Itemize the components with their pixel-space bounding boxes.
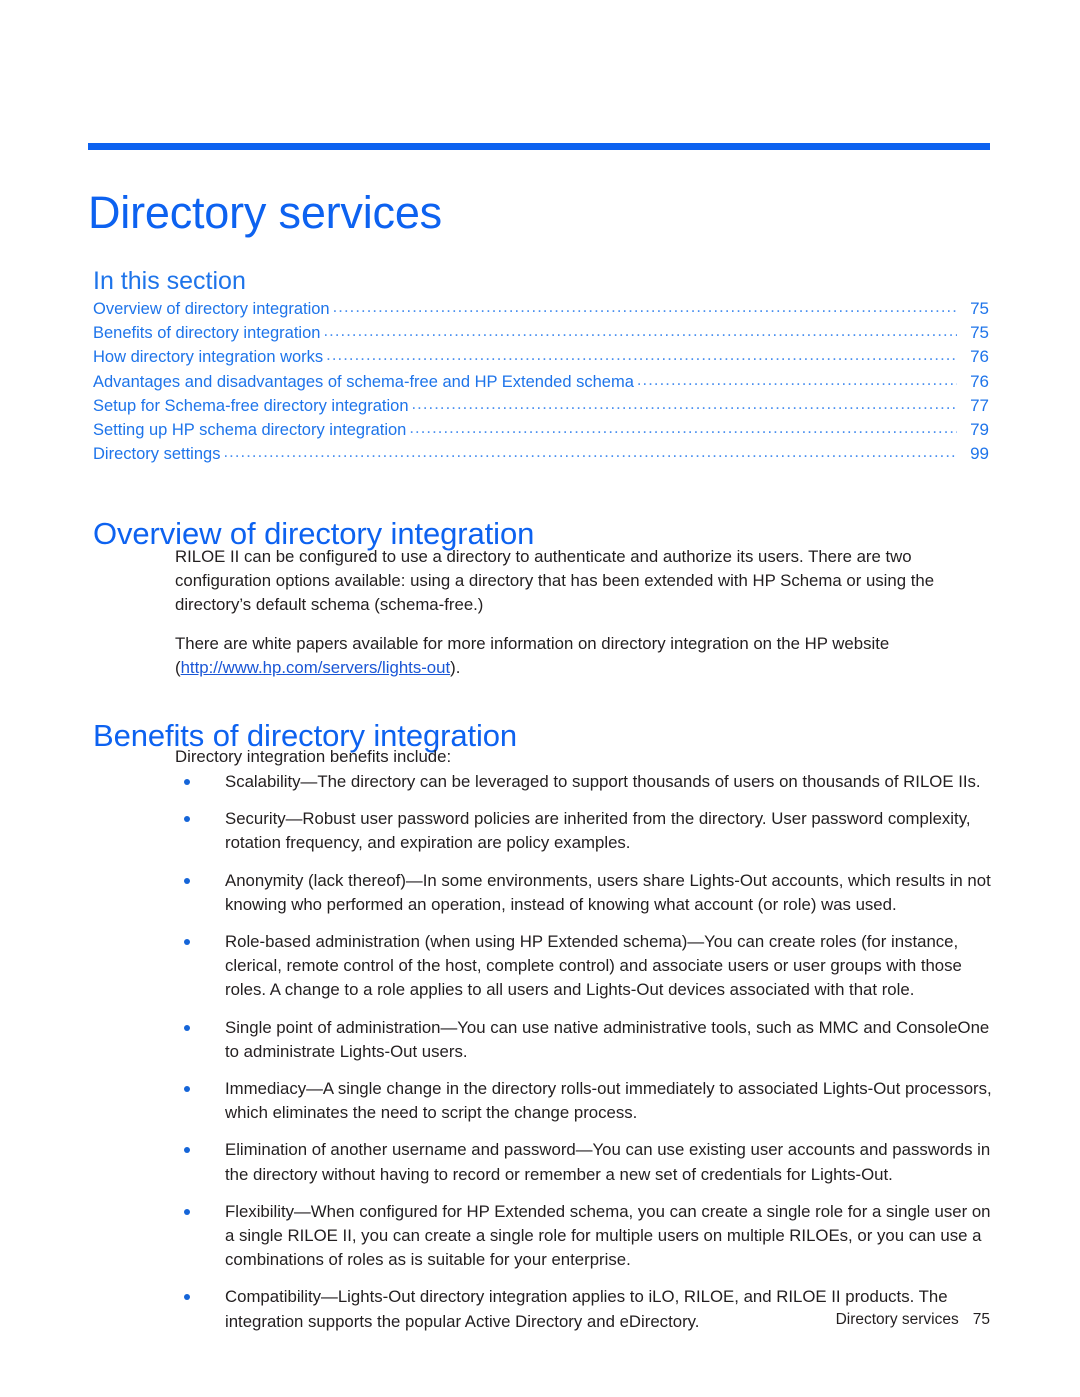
toc-entry-label: Setup for Schema-free directory integrat… [93,396,409,415]
bullet-icon [184,1208,190,1215]
toc-entry-page: 76 [970,347,989,367]
bullet-icon [184,779,190,785]
toc-entry-label: Benefits of directory integration [93,324,321,343]
bullet-icon [184,1024,190,1031]
toc-entry-page: 79 [970,420,989,440]
toc-entry[interactable]: Setting up HP schema directory integrati… [93,418,989,442]
list-item: Immediacy—A single change in the directo… [175,1077,993,1125]
list-item: Anonymity (lack thereof)—In some environ… [175,869,993,917]
toc-entry[interactable]: Directory settings .....................… [93,442,989,466]
toc-entry-page: 76 [970,371,989,391]
bullet-icon [184,816,190,823]
toc-leader: ........................................… [326,346,957,365]
list-item-text: Security—Robust user password policies a… [225,809,971,853]
chapter-rule [88,143,990,150]
overview-paragraph-1: RILOE II can be configured to use a dire… [175,547,935,615]
list-item: Role-based administration (when using HP… [175,930,993,1003]
toc-leader: ........................................… [636,370,957,389]
list-item-text: Scalability—The directory can be leverag… [225,772,981,791]
benefits-intro-text: Directory integration benefits include: [175,747,452,766]
toc-leader: ........................................… [332,298,957,316]
toc-entry[interactable]: Benefits of directory integration ......… [93,321,989,345]
toc-entry-page: 77 [970,395,989,415]
overview-paragraph-2-suffix: ). [450,657,461,677]
bullet-icon [184,1294,190,1301]
bullet-icon [184,1086,190,1093]
toc-entry-page: 75 [970,323,989,343]
toc-entry[interactable]: Overview of directory integration ......… [93,297,989,321]
list-item-text: Flexibility—When configured for HP Exten… [225,1201,991,1270]
toc-entry-label: Advantages and disadvantages of schema-f… [93,372,634,391]
benefits-intro: Directory integration benefits include: [175,745,993,769]
toc-entry[interactable]: Setup for Schema-free directory integrat… [93,394,989,418]
list-item-text: Role-based administration (when using HP… [225,932,962,1000]
overview-paragraph-2: There are white papers available for mor… [175,632,993,680]
toc-entry-page: 75 [970,299,989,318]
list-item: Scalability—The directory can be leverag… [175,770,993,794]
document-page: Directory services In this section Overv… [0,0,1080,1397]
hp-lights-out-link[interactable]: http://www.hp.com/servers/lights-out [181,658,451,677]
bullet-icon [184,877,190,884]
toc-leader: ........................................… [323,322,957,341]
footer-page-number: 75 [972,1311,990,1328]
toc-entry[interactable]: Advantages and disadvantages of schema-f… [93,370,989,394]
overview-body: RILOE II can be configured to use a dire… [175,545,993,680]
toc-entry[interactable]: How directory integration works ........… [93,345,989,369]
toc-entry-label: Overview of directory integration [93,300,330,318]
toc-leader: ........................................… [409,419,957,438]
list-item: Security—Robust user password policies a… [175,807,993,855]
list-item: Single point of administration—You can u… [175,1016,993,1064]
toc-entry-label: Directory settings [93,445,221,464]
bullet-icon [184,939,190,946]
in-this-section-heading: In this section [93,267,246,295]
toc-entry-page: 99 [970,444,989,464]
bullet-icon [184,1147,190,1154]
list-item: Flexibility—When configured for HP Exten… [175,1200,993,1273]
list-item-text: Single point of administration—You can u… [225,1017,990,1061]
footer-chapter-name: Directory services [835,1311,959,1328]
list-item-text: Immediacy—A single change in the directo… [225,1079,992,1123]
list-item: Elimination of another username and pass… [175,1138,993,1186]
page-footer: Directory services 75 [93,1310,990,1330]
benefits-list: Scalability—The directory can be leverag… [175,770,993,1334]
page-title: Directory services [88,187,442,239]
toc-leader: ........................................… [223,443,957,462]
table-of-contents: Overview of directory integration ......… [93,297,989,466]
toc-entry-label: Setting up HP schema directory integrati… [93,421,407,440]
list-item-text: Elimination of another username and pass… [225,1140,991,1184]
list-item-text: Anonymity (lack thereof)—In some environ… [225,870,991,914]
toc-entry-label: How directory integration works [93,348,324,367]
toc-leader: ........................................… [411,394,958,413]
